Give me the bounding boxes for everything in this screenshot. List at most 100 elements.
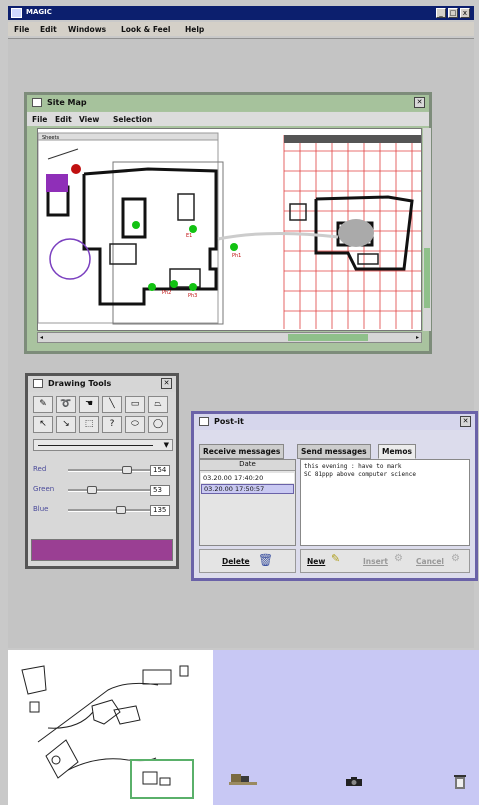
scroll-right-arrow-icon[interactable]: ▸ <box>416 334 419 341</box>
new-memo-button[interactable]: New <box>307 557 325 566</box>
window-icon <box>33 379 43 388</box>
lasso-icon[interactable]: ➰ <box>56 396 76 413</box>
drawing-tools-close-button[interactable]: ✕ <box>161 378 172 389</box>
slider-label-green: Green <box>33 485 55 493</box>
trash-can-icon[interactable] <box>453 774 467 790</box>
slider-thumb[interactable] <box>115 506 126 514</box>
scroll-left-arrow-icon[interactable]: ◂ <box>40 334 43 341</box>
cancel-gear-icon: ⚙ <box>451 553 460 564</box>
horizontal-scroll-thumb[interactable] <box>288 334 368 341</box>
line-style-select[interactable]: ▼ <box>33 439 173 451</box>
marker-label-1: E1 <box>186 233 192 239</box>
overview-minimap[interactable] <box>8 650 213 805</box>
circle-icon[interactable]: ◯ <box>148 416 168 433</box>
post-it-close-button[interactable]: ✕ <box>460 416 471 427</box>
main-menu-bar: File Edit Windows Look & Feel Help <box>8 22 474 36</box>
vertical-scroll-thumb[interactable] <box>424 248 430 308</box>
inner-sheet-title: Sheets <box>42 135 59 141</box>
second-sheet-frame <box>112 161 224 325</box>
marker-label-2: Ph1 <box>232 253 241 259</box>
trash-icon: 🗑 <box>258 553 274 567</box>
hand-icon[interactable]: ☚ <box>79 396 99 413</box>
site-map-title-bar[interactable]: Site Map ✕ <box>27 95 429 111</box>
chevron-down-icon: ▼ <box>163 441 169 449</box>
polygon-icon[interactable]: ⏢ <box>148 396 168 413</box>
pencil-icon: ✎ <box>331 552 341 565</box>
post-it-window[interactable]: Post-it ✕ Receive messages Send messages… <box>191 411 478 581</box>
purple-shape <box>46 174 68 192</box>
path-trail <box>217 231 339 241</box>
site-map-title: Site Map <box>47 98 87 107</box>
sitemap-menu-selection[interactable]: Selection <box>113 115 152 124</box>
site-map-close-button[interactable]: ✕ <box>414 97 425 108</box>
app-icon <box>11 8 22 18</box>
camera-icon[interactable] <box>343 776 365 788</box>
color-preview-swatch <box>31 539 173 561</box>
pencil-icon[interactable]: ✎ <box>33 396 53 413</box>
dotted-rectangle-icon[interactable]: ⬚ <box>79 416 99 433</box>
line-icon[interactable]: ╲ <box>102 396 122 413</box>
menu-edit[interactable]: Edit <box>40 25 57 34</box>
memo-date-list: Date 03.20.00 17:40:20 03.20.00 17:50:57 <box>199 459 296 546</box>
overview-sketch <box>21 665 189 779</box>
grid-sheet-title-bar <box>284 135 421 143</box>
tab-receive-messages[interactable]: Receive messages <box>199 444 285 459</box>
site-map-window[interactable]: Site Map ✕ File Edit View Selection Shee… <box>24 92 432 354</box>
marker-label-4: Ph3 <box>188 293 197 299</box>
slider-label-blue: Blue <box>33 505 49 513</box>
slider-label-red: Red <box>33 465 47 473</box>
building-icon[interactable] <box>229 772 257 786</box>
post-it-title: Post-it <box>214 417 244 426</box>
menu-file[interactable]: File <box>14 25 29 34</box>
slider-thumb[interactable] <box>122 466 132 474</box>
memo-date-row[interactable]: 03.20.00 17:40:20 <box>201 473 294 483</box>
sketch-line <box>47 148 79 160</box>
close-button[interactable]: x <box>460 8 470 18</box>
ellipse-icon[interactable]: ⬭ <box>125 416 145 433</box>
window-icon <box>199 417 209 426</box>
overview-drawing <box>21 665 194 799</box>
rectangle-icon[interactable]: ▭ <box>125 396 145 413</box>
drawing-tools-title-bar[interactable]: Drawing Tools ✕ <box>28 376 176 392</box>
slider-value-red[interactable]: 154 <box>150 465 170 476</box>
site-map-menu-bar: File Edit View Selection <box>27 112 429 126</box>
post-it-title-bar[interactable]: Post-it ✕ <box>194 414 475 430</box>
slider-thumb[interactable] <box>86 486 97 494</box>
memo-text-area[interactable]: this evening : have to mark SC 81ppp abo… <box>300 459 470 546</box>
drawing-tools-window[interactable]: Drawing Tools ✕ ✎ ➰ ☚ ╲ ▭ ⏢ ↖ ↘ ⬚? ⬭ ◯ ▼ Red 154 Gre… <box>25 373 179 569</box>
question-icon[interactable]: ? <box>102 416 122 433</box>
minimize-button[interactable]: _ <box>436 8 446 18</box>
sitemap-menu-file[interactable]: File <box>32 115 47 124</box>
line-style-preview <box>38 445 153 446</box>
gray-structure <box>338 219 374 247</box>
drawing-tools-title: Drawing Tools <box>48 379 112 388</box>
window-icon <box>32 98 42 107</box>
site-map-horizontal-scrollbar[interactable]: ◂ ▸ <box>37 332 422 343</box>
insert-button[interactable]: Insert <box>363 557 388 566</box>
sitemap-menu-view[interactable]: View <box>79 115 99 124</box>
cancel-button[interactable]: Cancel <box>416 557 444 566</box>
menu-windows[interactable]: Windows <box>68 25 106 34</box>
arrow-pointer-icon[interactable]: ↖ <box>33 416 53 433</box>
viewport-indicator <box>130 759 194 799</box>
insert-gear-icon: ⚙ <box>394 553 403 564</box>
menu-look-and-feel[interactable]: Look & Feel <box>121 25 170 34</box>
memo-actions-bar: New ✎ Insert ⚙ Cancel ⚙ <box>300 549 470 573</box>
slider-value-green[interactable]: 53 <box>150 485 170 496</box>
delete-button[interactable]: Delete <box>222 557 250 566</box>
green-markers <box>132 221 238 291</box>
site-map-canvas[interactable]: Sheets E1 Ph1 Ph2 Ph3 <box>37 128 422 331</box>
tab-send-messages[interactable]: Send messages <box>297 444 371 459</box>
maximize-button[interactable]: □ <box>448 8 458 18</box>
icon-tray <box>213 650 479 805</box>
arrow-line-icon[interactable]: ↘ <box>56 416 76 433</box>
memo-date-row-selected[interactable]: 03.20.00 17:50:57 <box>201 484 294 494</box>
app-title-bar[interactable]: MAGIC _ □ x <box>8 6 474 20</box>
delete-button-area: Delete 🗑 <box>199 549 296 573</box>
site-map-vertical-scrollbar[interactable] <box>423 128 431 331</box>
tab-memos[interactable]: Memos <box>378 444 416 459</box>
sitemap-menu-edit[interactable]: Edit <box>55 115 72 124</box>
menu-help[interactable]: Help <box>185 25 204 34</box>
slider-value-blue[interactable]: 135 <box>150 505 170 516</box>
app-title: MAGIC <box>26 8 52 16</box>
